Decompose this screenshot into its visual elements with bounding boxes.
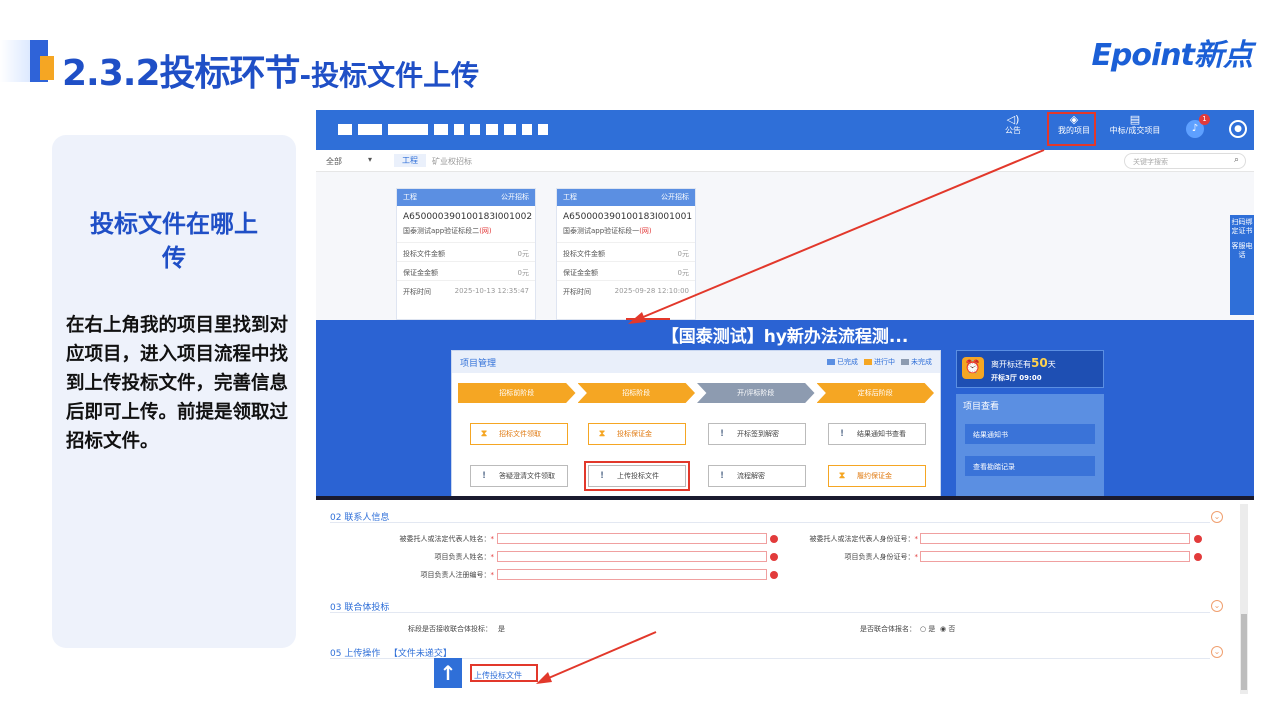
status-legend: 已完成 进行中 未完成 [821,357,932,367]
bid-info-form: 02 联系人信息 ⌄ 被委托人或法定代表人姓名：* 被委托人或法定代表人身份证号… [316,500,1254,698]
project-management-panel: 项目管理 已完成 进行中 未完成 招标前阶段 招标阶段 开/评标阶段 定标后阶段 ⧗… [451,350,941,498]
explanation-panel: 投标文件在哪上传 在右上角我的项目里找到对应项目，进入项目流程中找到上传投标文件… [52,135,296,648]
user-avatar-icon[interactable]: ● [1229,120,1247,138]
highlight-project-title [626,318,670,324]
tab-mining-rights[interactable]: 矿业权招标 [432,156,472,167]
manager-id-input[interactable] [920,551,1190,562]
notification-badge: 1 [1199,114,1210,125]
card-code: A650000390100183I001002 [403,212,533,222]
collapse-icon[interactable]: ⌄ [1211,600,1223,612]
slide-title-main: 2.3.2投标环节 [62,53,300,94]
scan-certificate-button[interactable]: 扫码绑定证书 [1230,218,1254,236]
opening-countdown: ⏰ 离开标还有50天 开标3厅 09:00 [956,350,1104,388]
alarm-clock-icon: ⏰ [962,357,984,379]
stage-progress: 招标前阶段 招标阶段 开/评标阶段 定标后阶段 [458,383,936,403]
document-icon: ▤ [1129,113,1141,126]
clarification-file-button[interactable]: ! 答疑澄清文件领取 [470,465,568,487]
delegate-name-input[interactable] [497,533,767,544]
project-detail: 【国泰测试】hy新办法流程测... 项目管理 已完成 进行中 未完成 招标前阶段 招… [316,320,1254,498]
error-icon [1194,553,1202,561]
project-title: 【国泰测试】hy新办法流程测... [661,327,909,347]
consortium-radio-no[interactable]: ◉ 否 [940,624,955,634]
card-type: 工程 [403,193,417,201]
highlight-my-projects [1047,112,1096,146]
stage-post-award[interactable]: 定标后阶段 [816,383,934,403]
epoint-logo: Epoint新点 [1091,38,1253,73]
field-label: 被委托人或法定代表人身份证号：* [809,535,919,543]
mgmt-title: 项目管理 [460,359,497,369]
exclamation-icon: ! [481,471,487,481]
highlight-upload-button [584,461,690,491]
consortium-accept-label: 标段是否接收联合体投标： [408,625,492,633]
card-type: 工程 [563,193,577,201]
slide-title: 2.3.2投标环节-投标文件上传 [62,44,479,96]
field-label: 项目负责人姓名：* [434,553,495,561]
project-view-panel: 项目查看 结果通知书 查看勘踏记录 [956,394,1104,498]
consortium-radio-yes[interactable]: ○ 是 [920,624,935,634]
result-notice-button[interactable]: ! 结果通知书查看 [828,423,926,445]
hourglass-icon: ⧗ [598,429,606,439]
search-icon[interactable]: ⌕ [1234,155,1239,165]
nav-announcement[interactable]: ◁) 公告 [987,114,1039,136]
collapse-icon[interactable]: ⌄ [1211,646,1223,658]
tender-file-claim-button[interactable]: ⧗ 招标文件领取 [470,423,568,445]
app-screenshot: ◁) 公告 ◈ 我的项目 ▤ 中标/成交项目 ♪ 1 ● 全部 ▾ 工程 矿业权招标 … [316,110,1254,698]
stage-opening[interactable]: 开/评标阶段 [697,383,815,403]
bid-bond-button[interactable]: ⧗ 投标保证金 [588,423,686,445]
exclamation-icon: ! [719,429,725,439]
stage-tender[interactable]: 招标阶段 [577,383,695,403]
app-topbar: ◁) 公告 ◈ 我的项目 ▤ 中标/成交项目 ♪ 1 ● [316,110,1254,150]
collapse-icon[interactable]: ⌄ [1211,511,1223,523]
title-deco-orange [40,56,54,80]
result-notice-link[interactable]: 结果通知书 [965,424,1095,444]
error-icon [770,535,778,543]
hourglass-icon: ⧗ [480,429,488,439]
redacted-site-name [338,124,548,135]
opening-signin-button[interactable]: ! 开标签到解密 [708,423,806,445]
search-input[interactable]: 关键字搜索 ⌕ [1124,153,1246,169]
hourglass-icon: ⧗ [838,471,846,481]
exclamation-icon: ! [719,471,725,481]
customer-service-button[interactable]: 客服电话 [1230,242,1254,260]
error-icon [770,553,778,561]
project-card[interactable]: 工程 公开招标 A650000390100183I001002 国泰测试app验证… [396,188,536,320]
card-name: 国泰测试app验证标段一(网) [563,227,652,235]
delegate-id-input[interactable] [920,533,1190,544]
error-icon [1194,535,1202,543]
exclamation-icon: ! [839,429,845,439]
consortium-signup-label: 是否联合体报名： [860,625,916,633]
manager-reg-input[interactable] [497,569,767,580]
performance-bond-button[interactable]: ⧗ 履约保证金 [828,465,926,487]
card-code: A650000390100183I001001 [563,212,693,222]
filter-bar: 全部 ▾ 工程 矿业权招标 关键字搜索 ⌕ [316,150,1254,172]
field-label: 被委托人或法定代表人姓名：* [399,535,495,543]
tab-engineering[interactable]: 工程 [394,154,426,167]
manager-name-input[interactable] [497,551,767,562]
highlight-upload-link [470,664,538,682]
slide-title-sub: -投标文件上传 [299,59,480,92]
site-visit-record-link[interactable]: 查看勘踏记录 [965,456,1095,476]
field-label: 项目负责人身份证号：* [844,553,919,561]
panel-heading: 投标文件在哪上传 [90,210,258,272]
upload-arrow-icon[interactable]: ↑ [434,658,462,688]
form-scrollbar[interactable] [1240,504,1248,694]
field-label: 项目负责人注册编号：* [420,571,495,579]
consortium-accept-value: 是 [498,625,505,633]
category-select[interactable]: 全部 [326,156,342,167]
process-decrypt-button[interactable]: ! 流程解密 [708,465,806,487]
speaker-icon: ◁) [1006,113,1020,126]
chevron-down-icon: ▾ [368,155,373,164]
error-icon [770,571,778,579]
stage-pre-tender[interactable]: 招标前阶段 [458,383,576,403]
nav-won-projects[interactable]: ▤ 中标/成交项目 [1108,114,1162,136]
project-card[interactable]: 工程 公开招标 A650000390100183I001001 国泰测试app验证… [556,188,696,320]
card-name: 国泰测试app验证标段二(网) [403,227,492,235]
side-toolbar: 扫码绑定证书 客服电话 [1230,215,1254,315]
panel-body: 在右上角我的项目里找到对应项目，进入项目流程中找到上传投标文件，完善信息后即可上… [66,315,289,452]
